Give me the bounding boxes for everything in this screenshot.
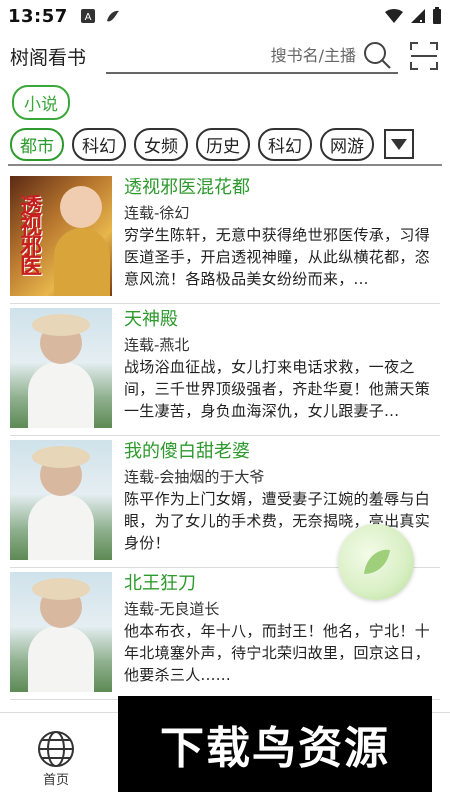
category-novel-chip[interactable]: 小说 xyxy=(12,84,70,120)
tab-scifi[interactable]: 科幻 xyxy=(72,127,126,161)
tab-female[interactable]: 女频 xyxy=(134,127,188,161)
book-cover xyxy=(10,440,112,560)
book-meta: 连载-无良道长 xyxy=(124,600,220,618)
search-icon[interactable] xyxy=(362,40,392,70)
floating-ad-bubble[interactable] xyxy=(338,524,414,600)
scan-icon[interactable] xyxy=(408,40,440,72)
nav-home-label: 首页 xyxy=(42,773,69,788)
signal-icon xyxy=(411,9,425,23)
status-bar: 13:57 A xyxy=(0,0,450,32)
battery-icon xyxy=(433,7,441,24)
book-cover xyxy=(10,572,112,692)
book-cover: 透视邪医 xyxy=(10,176,112,296)
search-input[interactable] xyxy=(246,45,356,65)
book-description: 穷学生陈轩，无意中获得绝世邪医传承，习得医道圣手，开启透视神瞳，从此纵横花都，恣… xyxy=(124,226,431,288)
book-title: 天神殿 xyxy=(124,309,178,330)
book-meta: 连载-徐幻 xyxy=(124,204,190,222)
book-meta: 连载-燕北 xyxy=(124,336,190,354)
list-item[interactable]: 天神殿 连载-燕北 战场浴血征战，女儿打来电话求救，一夜之间，三千世界顶级强者，… xyxy=(10,304,440,436)
category-row: 小说 xyxy=(0,80,450,124)
list-item[interactable]: 透视邪医 透视邪医混花都 连载-徐幻 穷学生陈轩，无意中获得绝世邪医传承，习得医… xyxy=(10,172,440,304)
book-description: 他本布衣，年十八，而封王！他名，宁北！十年北境塞外声，待宁北荣归故里，回京这日，… xyxy=(124,622,431,684)
tab-online-game[interactable]: 网游 xyxy=(320,127,374,161)
bird-icon xyxy=(106,10,119,22)
tab-history[interactable]: 历史 xyxy=(196,127,250,161)
watermark-logo: 下载鸟资源 xyxy=(118,696,432,792)
notification-a-icon: A xyxy=(80,9,95,23)
genre-tabs: 都市 科幻 女频 历史 科幻 网游 xyxy=(8,124,442,166)
globe-icon xyxy=(38,731,74,767)
tabs-expand-button[interactable] xyxy=(384,129,414,159)
app-title: 树阁看书 xyxy=(10,46,87,69)
triangle-down-icon xyxy=(391,139,407,150)
svg-text:A: A xyxy=(84,12,91,23)
status-time: 13:57 xyxy=(8,5,68,27)
book-list: 透视邪医 透视邪医混花都 连载-徐幻 穷学生陈轩，无意中获得绝世邪医传承，习得医… xyxy=(0,172,450,700)
book-title: 我的傻白甜老婆 xyxy=(124,441,250,462)
book-description: 战场浴血征战，女儿打来电话求救，一夜之间，三千世界顶级强者，齐赴华夏！他萧天策一… xyxy=(124,358,431,420)
tab-scifi-2[interactable]: 科幻 xyxy=(258,127,312,161)
book-cover xyxy=(10,308,112,428)
book-meta: 连载-会抽烟的于大爷 xyxy=(124,468,265,486)
leaf-icon xyxy=(364,549,390,574)
search-bar[interactable] xyxy=(106,38,398,74)
nav-home[interactable]: 首页 xyxy=(0,713,112,800)
book-title: 透视邪医混花都 xyxy=(124,177,250,198)
wifi-icon xyxy=(385,9,403,23)
cover-title: 透视邪医 xyxy=(16,194,41,274)
top-bar: 树阁看书 xyxy=(0,32,450,80)
tab-urban[interactable]: 都市 xyxy=(10,127,64,161)
